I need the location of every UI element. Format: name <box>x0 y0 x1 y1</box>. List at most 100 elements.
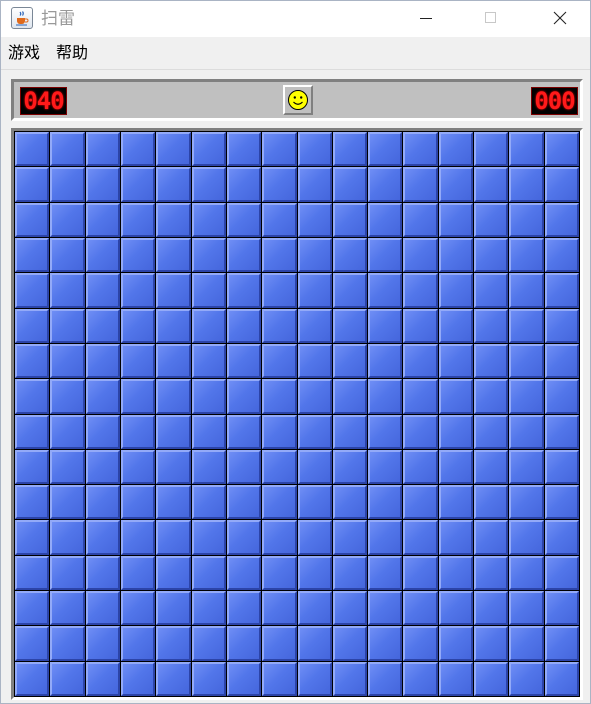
mine-cell[interactable] <box>332 237 368 273</box>
mine-cell[interactable] <box>191 449 226 485</box>
mine-cell[interactable] <box>85 414 120 449</box>
mine-cell[interactable] <box>262 555 297 591</box>
mine-cell[interactable] <box>191 343 226 379</box>
mine-cell[interactable] <box>191 520 226 555</box>
mine-cell[interactable] <box>474 202 509 237</box>
mine-cell[interactable] <box>544 591 579 626</box>
mine-cell[interactable] <box>120 449 156 485</box>
mine-cell[interactable] <box>403 237 438 273</box>
mine-cell[interactable] <box>226 308 262 343</box>
mine-cell[interactable] <box>509 343 544 379</box>
mine-cell[interactable] <box>544 520 579 555</box>
mine-cell[interactable] <box>332 167 368 202</box>
mine-cell[interactable] <box>120 237 156 273</box>
mine-cell[interactable] <box>368 449 403 485</box>
mine-cell[interactable] <box>509 414 544 449</box>
mine-cell[interactable] <box>226 414 262 449</box>
mine-cell[interactable] <box>474 449 509 485</box>
mine-cell[interactable] <box>156 167 191 202</box>
mine-cell[interactable] <box>509 449 544 485</box>
mine-cell[interactable] <box>120 661 156 696</box>
mine-cell[interactable] <box>15 167 50 202</box>
mine-cell[interactable] <box>226 449 262 485</box>
mine-cell[interactable] <box>15 520 50 555</box>
mine-cell[interactable] <box>50 449 85 485</box>
mine-cell[interactable] <box>262 520 297 555</box>
mine-cell[interactable] <box>120 414 156 449</box>
mine-cell[interactable] <box>156 379 191 414</box>
menu-game[interactable]: 游戏 <box>8 43 40 63</box>
mine-cell[interactable] <box>368 273 403 308</box>
mine-cell[interactable] <box>544 308 579 343</box>
mine-cell[interactable] <box>85 167 120 202</box>
mine-cell[interactable] <box>368 343 403 379</box>
mine-cell[interactable] <box>85 237 120 273</box>
mine-cell[interactable] <box>226 520 262 555</box>
mine-cell[interactable] <box>474 379 509 414</box>
mine-cell[interactable] <box>297 449 332 485</box>
mine-cell[interactable] <box>297 273 332 308</box>
mine-cell[interactable] <box>544 414 579 449</box>
mine-cell[interactable] <box>262 379 297 414</box>
mine-cell[interactable] <box>403 308 438 343</box>
mine-cell[interactable] <box>368 520 403 555</box>
mine-cell[interactable] <box>544 449 579 485</box>
mine-cell[interactable] <box>156 343 191 379</box>
mine-cell[interactable] <box>50 343 85 379</box>
mine-cell[interactable] <box>544 661 579 696</box>
mine-cell[interactable] <box>297 237 332 273</box>
mine-cell[interactable] <box>226 661 262 696</box>
mine-cell[interactable] <box>15 661 50 696</box>
mine-cell[interactable] <box>120 273 156 308</box>
mine-cell[interactable] <box>297 555 332 591</box>
mine-cell[interactable] <box>368 414 403 449</box>
mine-cell[interactable] <box>297 414 332 449</box>
mine-cell[interactable] <box>332 132 368 167</box>
mine-cell[interactable] <box>191 273 226 308</box>
mine-cell[interactable] <box>368 626 403 661</box>
mine-cell[interactable] <box>544 202 579 237</box>
mine-cell[interactable] <box>156 661 191 696</box>
mine-cell[interactable] <box>544 555 579 591</box>
mine-cell[interactable] <box>226 273 262 308</box>
mine-cell[interactable] <box>332 273 368 308</box>
mine-cell[interactable] <box>297 132 332 167</box>
mine-cell[interactable] <box>85 520 120 555</box>
mine-cell[interactable] <box>15 591 50 626</box>
mine-cell[interactable] <box>297 591 332 626</box>
mine-cell[interactable] <box>474 520 509 555</box>
mine-cell[interactable] <box>226 343 262 379</box>
mine-cell[interactable] <box>544 237 579 273</box>
mine-cell[interactable] <box>156 308 191 343</box>
mine-cell[interactable] <box>403 343 438 379</box>
mine-cell[interactable] <box>368 308 403 343</box>
mine-cell[interactable] <box>191 379 226 414</box>
mine-cell[interactable] <box>156 414 191 449</box>
mine-cell[interactable] <box>332 308 368 343</box>
mine-cell[interactable] <box>438 132 474 167</box>
mine-cell[interactable] <box>438 414 474 449</box>
mine-cell[interactable] <box>403 167 438 202</box>
mine-cell[interactable] <box>438 626 474 661</box>
mine-cell[interactable] <box>262 237 297 273</box>
menu-help[interactable]: 帮助 <box>56 43 88 63</box>
mine-cell[interactable] <box>85 449 120 485</box>
mine-cell[interactable] <box>262 308 297 343</box>
mine-cell[interactable] <box>120 591 156 626</box>
mine-cell[interactable] <box>544 273 579 308</box>
mine-cell[interactable] <box>403 132 438 167</box>
mine-cell[interactable] <box>191 661 226 696</box>
mine-cell[interactable] <box>509 520 544 555</box>
mine-cell[interactable] <box>438 485 474 520</box>
mine-cell[interactable] <box>474 167 509 202</box>
mine-cell[interactable] <box>191 202 226 237</box>
mine-cell[interactable] <box>120 485 156 520</box>
mine-cell[interactable] <box>120 343 156 379</box>
mine-cell[interactable] <box>85 485 120 520</box>
mine-cell[interactable] <box>15 414 50 449</box>
mine-cell[interactable] <box>297 343 332 379</box>
mine-cell[interactable] <box>191 167 226 202</box>
mine-cell[interactable] <box>85 202 120 237</box>
mine-cell[interactable] <box>474 414 509 449</box>
mine-cell[interactable] <box>120 167 156 202</box>
